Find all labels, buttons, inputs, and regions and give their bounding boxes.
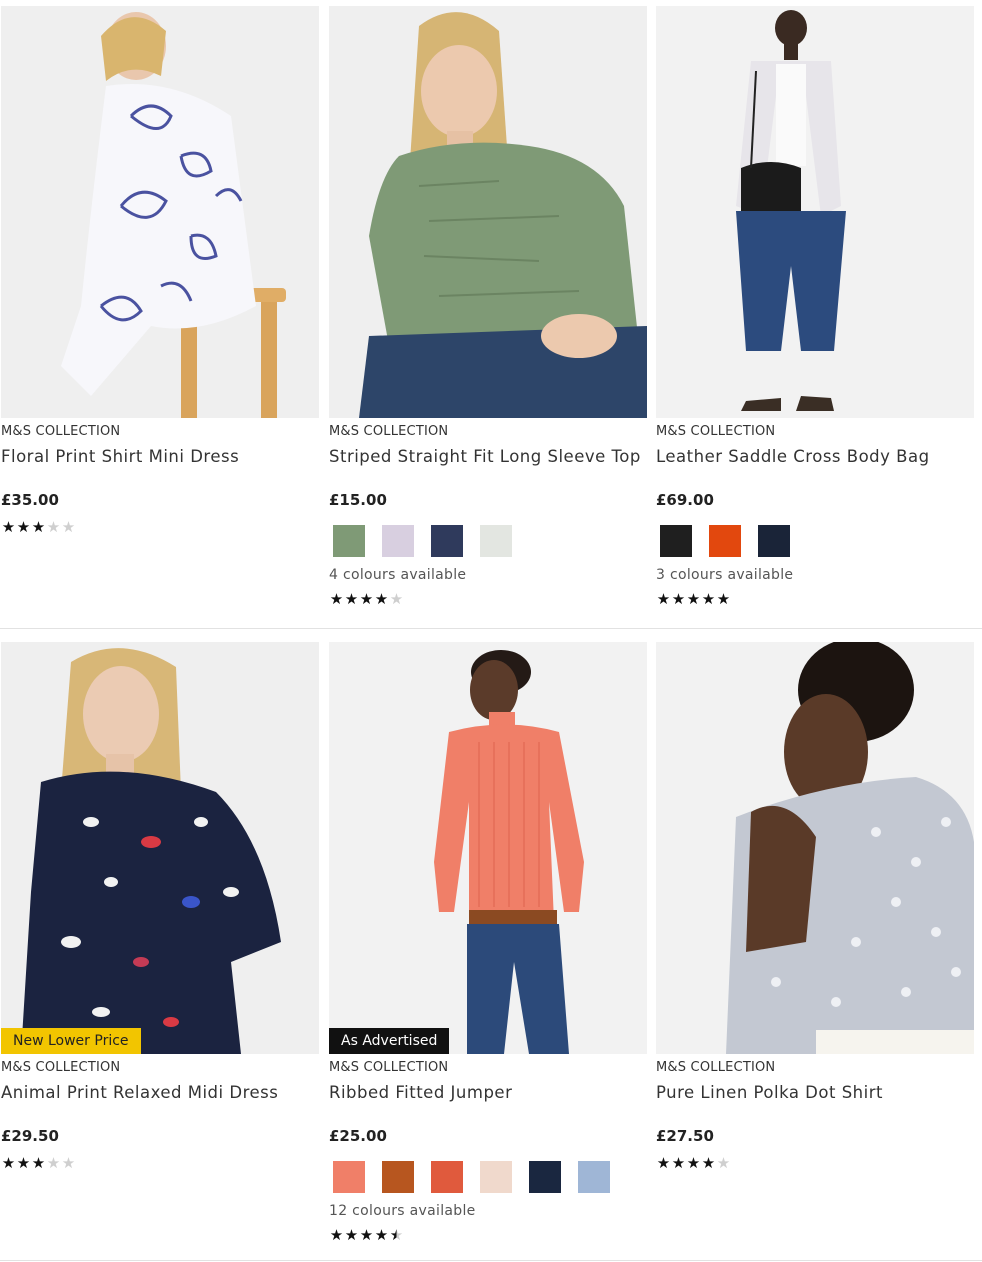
product-price: £69.00 (656, 491, 714, 509)
star-icon: ★ (329, 1226, 344, 1244)
brand-label: M&S COLLECTION (1, 424, 121, 439)
colours-available: 3 colours available (656, 567, 794, 583)
rating-stars: ★ ★ ★ ★ ★ (656, 592, 731, 607)
star-icon: ★ (716, 1154, 731, 1172)
star-icon: ★ (46, 518, 61, 536)
rating-stars: ★ ★ ★ ★ ★ (329, 1228, 404, 1243)
colour-swatches (329, 1157, 623, 1197)
brand-label: M&S COLLECTION (656, 424, 776, 439)
woman-animal-print-dress-photo (1, 642, 319, 1054)
colour-swatch[interactable] (378, 521, 418, 561)
product-title[interactable]: Leather Saddle Cross Body Bag (656, 447, 930, 466)
woman-saddle-bag-photo (656, 6, 974, 418)
star-icon: ★ (389, 1226, 404, 1244)
colour-swatch[interactable] (656, 521, 696, 561)
product-price: £35.00 (1, 491, 59, 509)
product-price: £27.50 (656, 1127, 714, 1145)
brand-label: M&S COLLECTION (329, 424, 449, 439)
star-icon: ★ (671, 590, 686, 608)
star-icon: ★ (701, 1154, 716, 1172)
rating-stars: ★ ★ ★ ★ ★ (656, 1156, 731, 1171)
product-title[interactable]: Animal Print Relaxed Midi Dress (1, 1083, 278, 1102)
row-divider (0, 628, 982, 629)
star-icon: ★ (344, 1226, 359, 1244)
product-image[interactable] (656, 6, 974, 418)
colour-swatch[interactable] (754, 521, 794, 561)
star-icon: ★ (31, 1154, 46, 1172)
product-image[interactable]: As Advertised (329, 642, 647, 1054)
star-icon: ★ (31, 518, 46, 536)
colour-swatch[interactable] (427, 521, 467, 561)
star-icon: ★ (1, 518, 16, 536)
product-title[interactable]: Pure Linen Polka Dot Shirt (656, 1083, 883, 1102)
woman-linen-shirt-photo (656, 642, 974, 1054)
star-icon: ★ (671, 1154, 686, 1172)
product-price: £25.00 (329, 1127, 387, 1145)
product-price: £29.50 (1, 1127, 59, 1145)
star-icon: ★ (359, 590, 374, 608)
star-icon: ★ (656, 590, 671, 608)
star-icon: ★ (701, 590, 716, 608)
star-icon: ★ (46, 1154, 61, 1172)
woman-floral-dress-photo (1, 6, 319, 418)
colour-swatch[interactable] (525, 1157, 565, 1197)
star-icon: ★ (686, 590, 701, 608)
rating-stars: ★ ★ ★ ★ ★ (1, 1156, 76, 1171)
promo-badge: As Advertised (329, 1028, 450, 1054)
row-divider (0, 1260, 982, 1261)
brand-label: M&S COLLECTION (329, 1060, 449, 1075)
colour-swatch[interactable] (329, 1157, 369, 1197)
colour-swatch[interactable] (476, 521, 516, 561)
colour-swatches (656, 521, 803, 561)
star-icon: ★ (61, 518, 76, 536)
colours-available: 12 colours available (329, 1203, 476, 1219)
star-icon: ★ (716, 590, 731, 608)
star-icon: ★ (61, 1154, 76, 1172)
promo-badge: New Lower Price (1, 1028, 141, 1054)
brand-label: M&S COLLECTION (1, 1060, 121, 1075)
woman-green-top-photo (329, 6, 647, 418)
colour-swatch[interactable] (574, 1157, 614, 1197)
product-image[interactable]: New Lower Price (1, 642, 319, 1054)
colour-swatch[interactable] (476, 1157, 516, 1197)
product-title[interactable]: Ribbed Fitted Jumper (329, 1083, 512, 1102)
colour-swatch[interactable] (427, 1157, 467, 1197)
colour-swatch[interactable] (705, 521, 745, 561)
star-icon: ★ (16, 518, 31, 536)
product-image[interactable] (656, 642, 974, 1054)
star-icon: ★ (344, 590, 359, 608)
product-price: £15.00 (329, 491, 387, 509)
brand-label: M&S COLLECTION (656, 1060, 776, 1075)
star-icon: ★ (16, 1154, 31, 1172)
star-icon: ★ (656, 1154, 671, 1172)
star-icon: ★ (329, 590, 344, 608)
product-image[interactable] (329, 6, 647, 418)
star-icon: ★ (374, 590, 389, 608)
product-title[interactable]: Striped Straight Fit Long Sleeve Top (329, 447, 641, 466)
colour-swatch[interactable] (378, 1157, 418, 1197)
colour-swatch[interactable] (329, 521, 369, 561)
product-image[interactable] (1, 6, 319, 418)
star-icon: ★ (359, 1226, 374, 1244)
star-icon: ★ (686, 1154, 701, 1172)
colours-available: 4 colours available (329, 567, 467, 583)
woman-coral-jumper-photo (329, 642, 647, 1054)
star-icon: ★ (389, 590, 404, 608)
rating-stars: ★ ★ ★ ★ ★ (329, 592, 404, 607)
product-title[interactable]: Floral Print Shirt Mini Dress (1, 447, 239, 466)
colour-swatches (329, 521, 525, 561)
star-icon: ★ (374, 1226, 389, 1244)
rating-stars: ★ ★ ★ ★ ★ (1, 520, 76, 535)
star-icon: ★ (1, 1154, 16, 1172)
